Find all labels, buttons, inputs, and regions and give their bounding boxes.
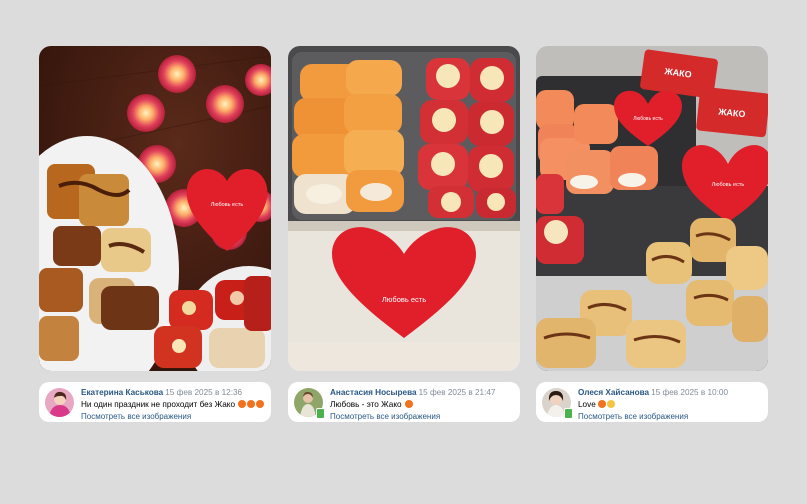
heart-card-text: Любовь есть — [633, 116, 663, 122]
comment-meta: Олеся Хайсанова 15 фев 2025 в 10:00 Love … — [578, 387, 766, 422]
sushi-candles-photo: Любовь есть — [39, 46, 271, 371]
author-name[interactable]: Олеся Хайсанова — [578, 388, 649, 397]
heart-card-text: Любовь есть — [712, 182, 745, 188]
review-comment: Анастасия Носырева 15 фев 2025 в 21:47 Лю… — [288, 382, 520, 422]
view-all-images-link[interactable]: Посмотреть все изображения — [330, 411, 518, 422]
review-photo[interactable]: Любовь есть — [39, 46, 271, 371]
heart-card-text: Любовь есть — [211, 202, 244, 208]
orange-heart-icon — [404, 400, 413, 408]
author-name[interactable]: Анастасия Носырева — [330, 388, 417, 397]
review-comment: Олеся Хайсанова 15 фев 2025 в 10:00 Love … — [536, 382, 768, 422]
comment-text: Любовь - это Жако — [330, 400, 402, 409]
view-all-images-link[interactable]: Посмотреть все изображения — [578, 411, 766, 422]
comment-meta: Анастасия Носырева 15 фев 2025 в 21:47 Лю… — [330, 387, 518, 422]
review-comment: Екатерина Каськова 15 фев 2025 в 12:36 Ни… — [39, 382, 271, 422]
view-all-images-link[interactable]: Посмотреть все изображения — [81, 411, 269, 422]
online-status-icon — [316, 408, 325, 419]
comment-date[interactable]: 15 фев 2025 в 21:47 — [419, 388, 496, 397]
review-photo[interactable]: Любовь есть — [288, 46, 520, 371]
review-photo[interactable]: ЖАКО ЖАКО Любовь есть Любовь есть — [536, 46, 768, 371]
comment-text: Ни один праздник не проходит без Жако — [81, 400, 236, 409]
comment-date[interactable]: 15 фев 2025 в 12:36 — [165, 388, 242, 397]
orange-heart-icon — [247, 400, 256, 408]
salmon-rolls — [292, 60, 404, 214]
author-name[interactable]: Екатерина Каськова — [81, 388, 163, 397]
avatar[interactable] — [45, 388, 74, 417]
comment-text: Love — [578, 400, 596, 409]
comment-date[interactable]: 15 фев 2025 в 10:00 — [651, 388, 728, 397]
comment-meta: Екатерина Каськова 15 фев 2025 в 12:36 Ни… — [81, 387, 269, 422]
sushi-trays-photo: ЖАКО ЖАКО Любовь есть Любовь есть — [536, 46, 768, 371]
orange-heart-icon — [238, 400, 247, 408]
clapping-hands-icon — [606, 400, 615, 408]
heart-card-text: Любовь есть — [382, 295, 426, 304]
orange-heart-icon — [256, 400, 265, 408]
orange-heart-icon — [597, 400, 606, 408]
online-status-icon — [564, 408, 573, 419]
sushi-box-photo: Любовь есть — [288, 46, 520, 371]
